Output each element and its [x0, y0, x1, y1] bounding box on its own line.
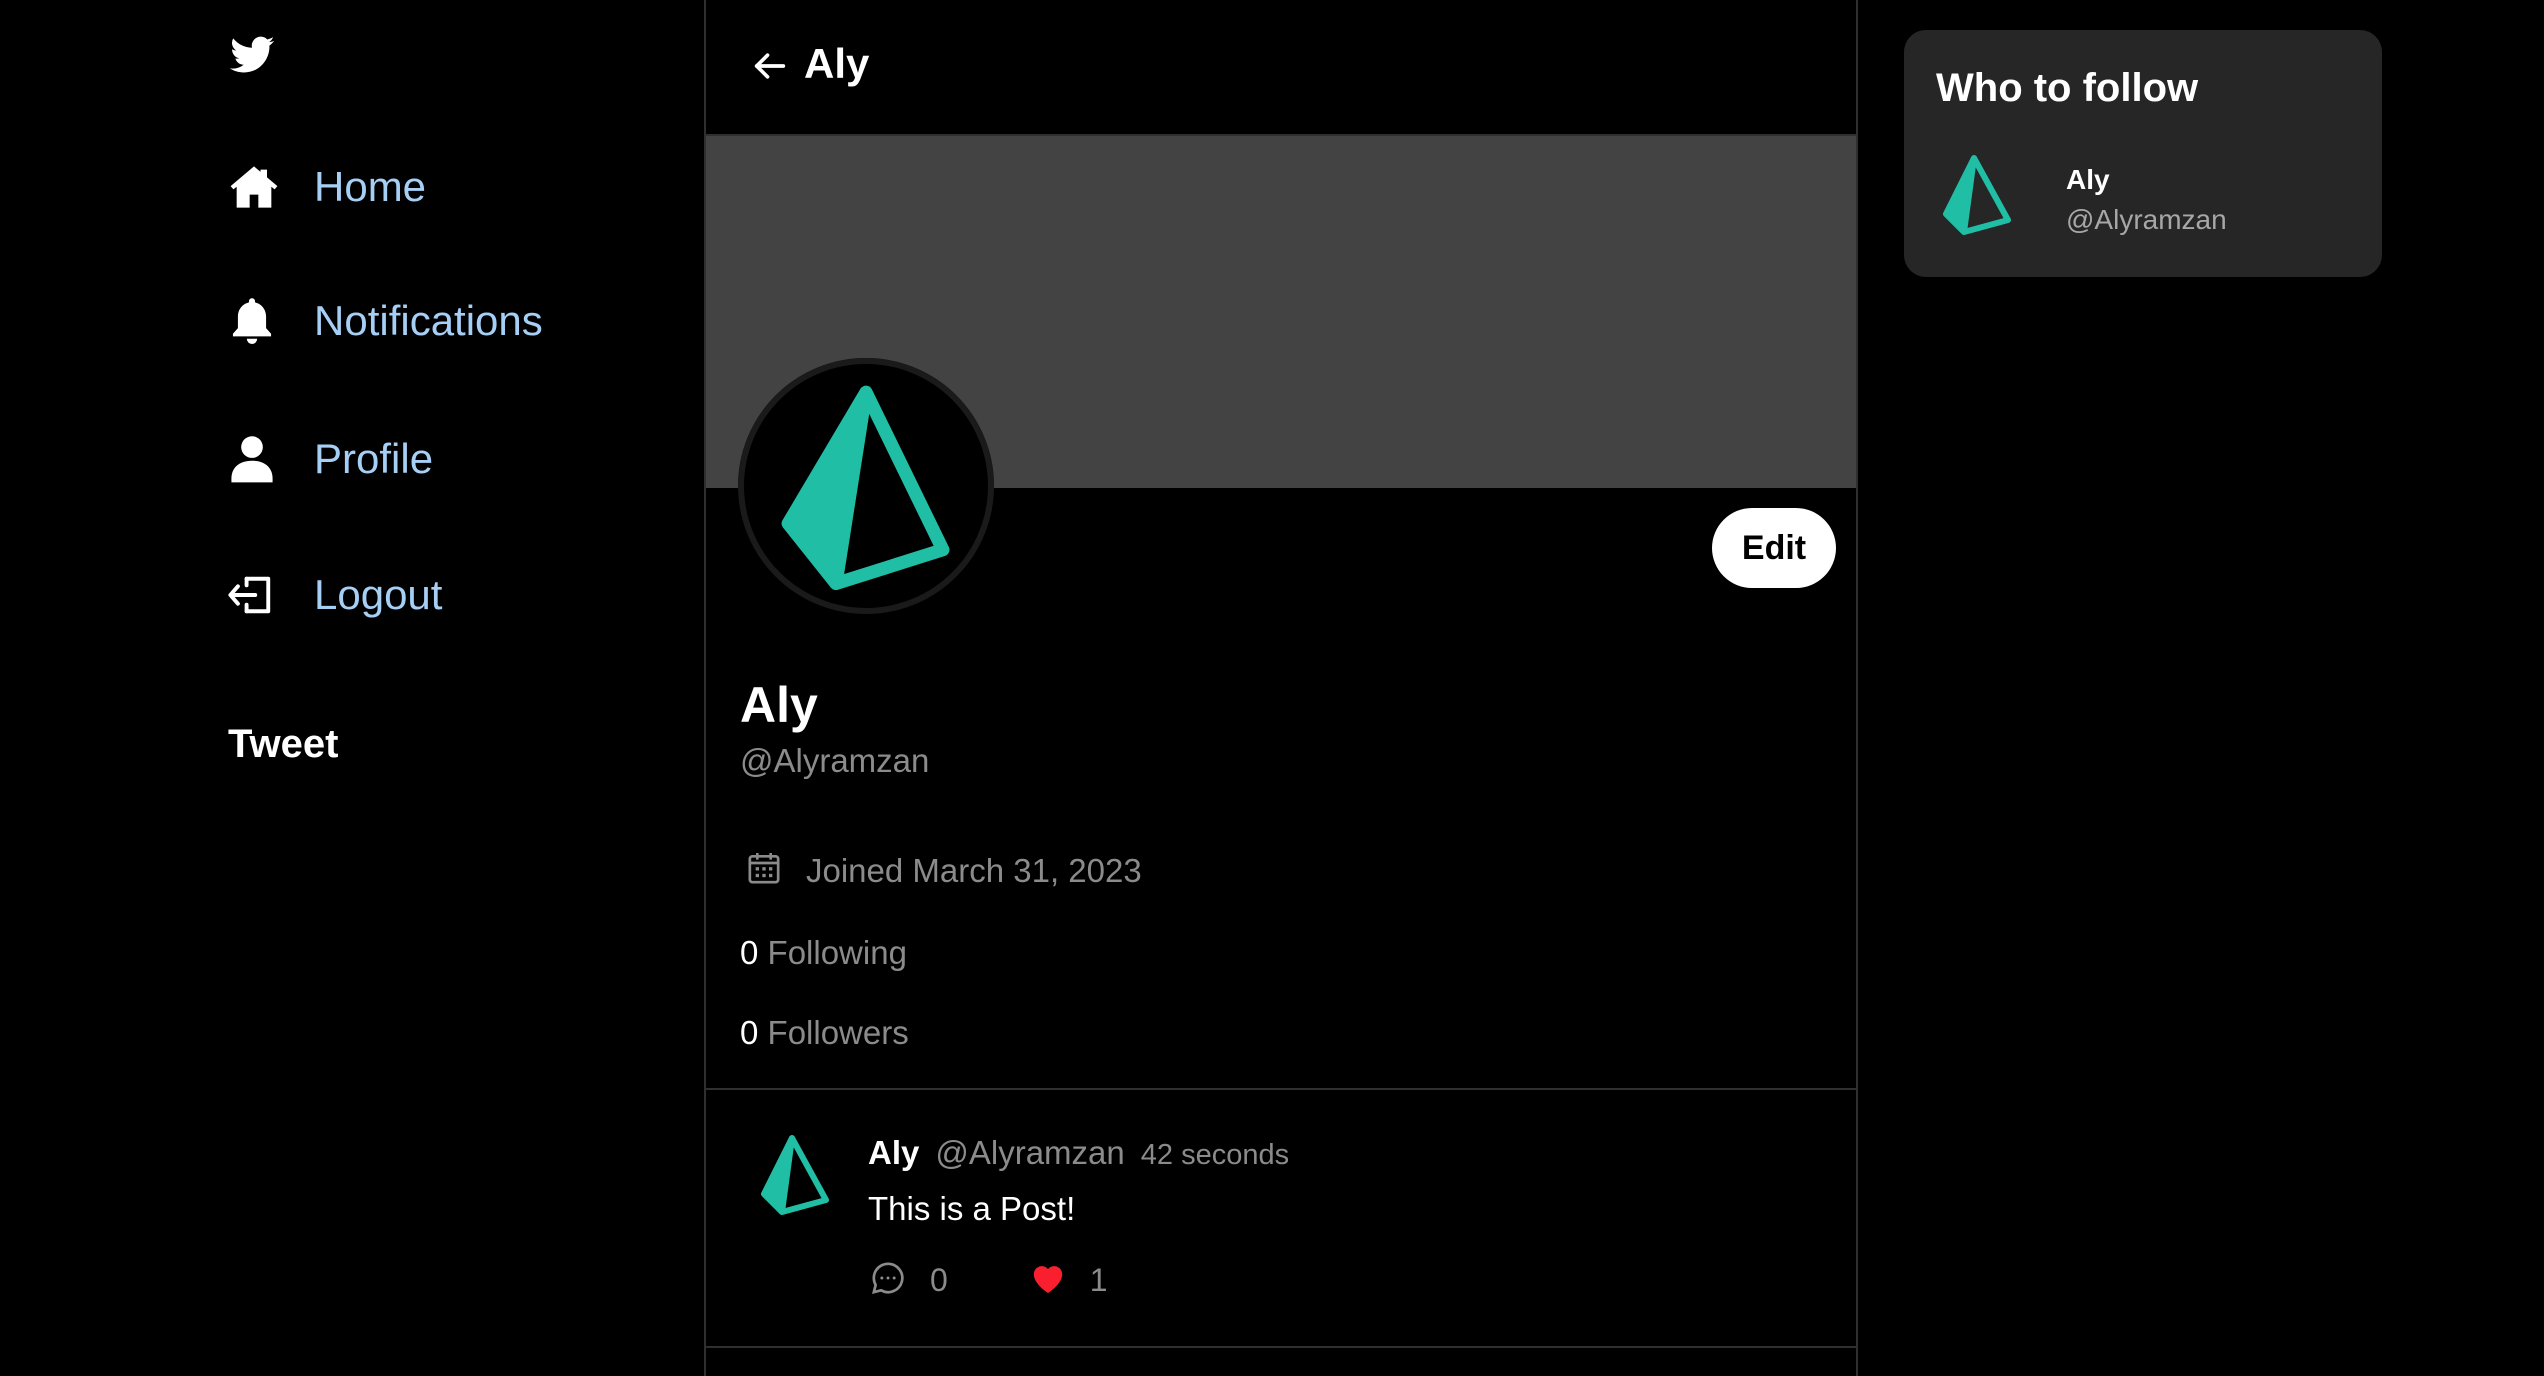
joined-label: Joined March 31, 2023	[806, 851, 1142, 889]
post-time: 42 seconds	[1140, 1139, 1290, 1171]
nav-home-label: Home	[314, 163, 427, 210]
suggested-user-handle: @Alyramzan	[2066, 204, 2227, 235]
suggested-user-avatar	[1936, 152, 2016, 242]
nav-logout[interactable]: Logout	[226, 566, 442, 624]
twitter-bird-icon[interactable]	[226, 32, 278, 78]
user-icon	[226, 430, 284, 488]
nav-notifications[interactable]: Notifications	[226, 292, 543, 350]
nav-logout-label: Logout	[314, 571, 443, 618]
profile-column: Aly Edit Aly @Alyramzan Joined March 31,…	[704, 0, 1858, 1376]
nav-profile-label: Profile	[314, 435, 434, 482]
profile-avatar[interactable]	[738, 358, 994, 614]
calendar-icon	[744, 848, 784, 893]
post-divider	[706, 1346, 1856, 1348]
logout-icon	[226, 566, 284, 624]
nav-profile[interactable]: Profile	[226, 430, 433, 488]
suggested-user-name: Aly	[2066, 164, 2110, 195]
nav-notifications-label: Notifications	[314, 297, 543, 344]
profile-header: Aly	[706, 0, 1856, 134]
sidebar: Home Notifications Profile Logout Tweet	[0, 0, 704, 1376]
post-item[interactable]: Aly @Alyramzan 42 seconds This is a Post…	[706, 1090, 1856, 1346]
profile-name: Aly	[740, 677, 818, 733]
post-body: This is a Post!	[868, 1190, 1076, 1227]
followers-label: Followers	[767, 1014, 909, 1051]
joined-date: Joined March 31, 2023	[744, 848, 1142, 893]
like-count: 1	[1089, 1262, 1108, 1298]
followers-stat[interactable]: 0 Followers	[740, 1014, 909, 1052]
comment-button[interactable]: 0	[868, 1258, 948, 1303]
nav-home[interactable]: Home	[226, 158, 426, 216]
tweet-button[interactable]: Tweet	[228, 722, 338, 767]
who-to-follow-title: Who to follow	[1936, 66, 2199, 110]
profile-handle: @Alyramzan	[740, 742, 930, 779]
home-icon	[226, 158, 284, 216]
arrow-left-icon[interactable]	[750, 46, 790, 86]
post-header: Aly @Alyramzan 42 seconds	[868, 1134, 1289, 1172]
followers-count: 0	[740, 1014, 759, 1051]
suggested-user[interactable]: Aly @Alyramzan	[1936, 152, 2356, 252]
who-to-follow-panel: Who to follow Aly @Alyramzan	[1904, 30, 2382, 277]
post-handle: @Alyramzan	[935, 1134, 1125, 1171]
heart-icon	[1028, 1258, 1068, 1303]
following-count: 0	[740, 934, 759, 971]
edit-profile-button[interactable]: Edit	[1712, 508, 1836, 588]
header-title: Aly	[804, 40, 870, 87]
post-author[interactable]: Aly	[868, 1134, 919, 1172]
following-stat[interactable]: 0 Following	[740, 934, 907, 972]
like-button[interactable]: 1	[1028, 1258, 1108, 1303]
comment-count: 0	[930, 1262, 948, 1298]
bell-icon	[226, 292, 284, 350]
post-avatar[interactable]	[756, 1132, 836, 1222]
following-label: Following	[767, 934, 907, 971]
post-actions: 0 1	[868, 1258, 1108, 1303]
comment-icon	[868, 1258, 908, 1303]
